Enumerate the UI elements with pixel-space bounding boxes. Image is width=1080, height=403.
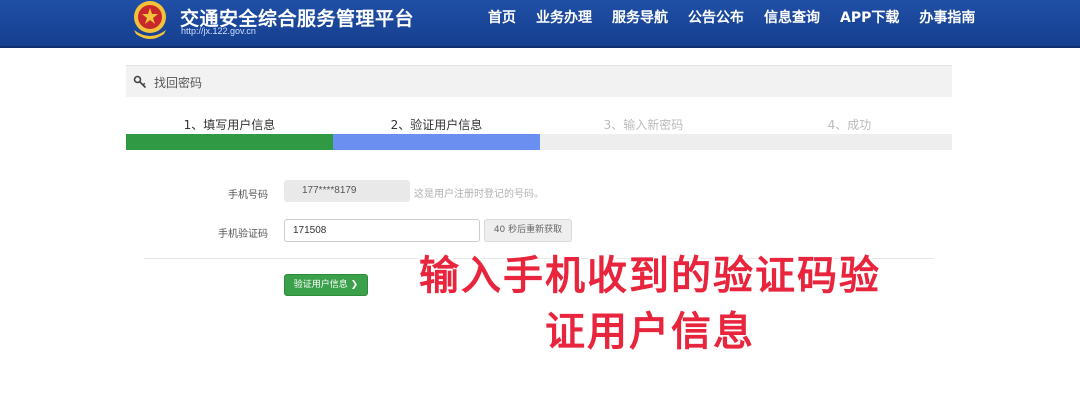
verify-user-info-button[interactable]: 验证用户信息 ❯: [284, 274, 368, 296]
nav-item-app-download[interactable]: APP下载: [840, 7, 899, 27]
nav-item-info-query[interactable]: 信息查询: [764, 7, 820, 27]
code-label: 手机验证码: [218, 229, 268, 240]
main-nav: 首页 业务办理 服务导航 公告公布 信息查询 APP下载 办事指南: [488, 7, 995, 27]
find-password-bar: 找回密码: [126, 65, 952, 97]
police-emblem-icon[interactable]: [128, 0, 172, 40]
key-icon: [133, 75, 147, 89]
step-4-bar: [746, 134, 952, 150]
nav-item-business[interactable]: 业务办理: [536, 7, 592, 27]
instruction-overlay: 输入手机收到的验证码验 证用户信息: [360, 248, 940, 360]
site-url: http://jx.122.gov.cn: [181, 26, 256, 36]
phone-field: 177****8179: [284, 180, 410, 202]
step-1-bar: [126, 134, 333, 150]
step-2-label: 2、验证用户信息: [390, 118, 483, 132]
step-3-label: 3、输入新密码: [603, 118, 684, 132]
overlay-line-1: 输入手机收到的验证码验: [419, 253, 881, 299]
step-2-bar: [333, 134, 540, 150]
verification-code-input[interactable]: [284, 219, 480, 242]
step-4-label: 4、成功: [827, 118, 872, 132]
nav-item-announcements[interactable]: 公告公布: [688, 7, 744, 27]
nav-item-guide[interactable]: 办事指南: [919, 7, 975, 27]
section-title: 找回密码: [154, 76, 203, 90]
top-header: 交通安全综合服务管理平台 http://jx.122.gov.cn 首页 业务办…: [0, 0, 1080, 48]
overlay-line-2: 证用户信息: [545, 309, 755, 355]
nav-item-service-guide[interactable]: 服务导航: [612, 7, 668, 27]
progress-steps: 1、填写用户信息 2、验证用户信息 3、输入新密码 4、成功: [126, 114, 952, 150]
nav-item-home[interactable]: 首页: [488, 7, 516, 27]
step-1-label: 1、填写用户信息: [183, 118, 276, 132]
phone-label: 手机号码: [228, 190, 268, 201]
step-3-bar: [540, 134, 746, 150]
resend-code-button[interactable]: 40 秒后重新获取: [484, 219, 572, 242]
phone-hint: 这是用户注册时登记的号码。: [414, 189, 544, 200]
